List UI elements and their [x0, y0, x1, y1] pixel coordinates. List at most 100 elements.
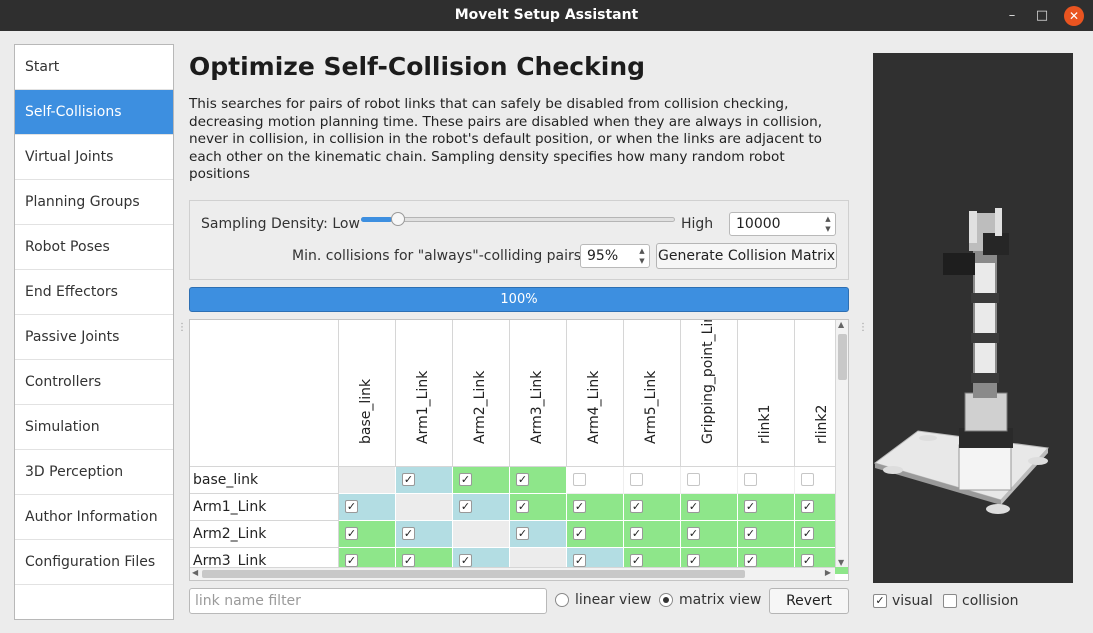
nav-item-virtual-joints[interactable]: Virtual Joints	[15, 135, 173, 180]
checked-checkbox-icon[interactable]: ✓	[687, 500, 700, 513]
slider-track	[361, 217, 675, 222]
matrix-cell[interactable]: ✓	[453, 494, 510, 521]
checked-checkbox-icon[interactable]: ✓	[345, 554, 358, 567]
nav-item-self-collisions[interactable]: Self-Collisions	[15, 90, 173, 135]
checked-checkbox-icon[interactable]: ✓	[744, 554, 757, 567]
matrix-cell[interactable]: ✓	[396, 467, 453, 494]
min-collisions-spinbox[interactable]: 95% ▲ ▼	[580, 244, 650, 268]
checked-checkbox-icon[interactable]: ✓	[345, 500, 358, 513]
unchecked-checkbox-icon[interactable]	[801, 473, 814, 486]
checked-checkbox-icon[interactable]: ✓	[402, 473, 415, 486]
checked-checkbox-icon[interactable]: ✓	[630, 554, 643, 567]
matrix-cell[interactable]: ✓	[567, 521, 624, 548]
scroll-thumb[interactable]	[838, 334, 847, 380]
splitter-handle-icon[interactable]: ⋮	[177, 322, 187, 333]
matrix-cell[interactable]: ✓	[510, 494, 567, 521]
sampling-density-value: 10000	[736, 216, 781, 232]
checked-checkbox-icon[interactable]: ✓	[801, 500, 814, 513]
checked-checkbox-icon[interactable]: ✓	[744, 527, 757, 540]
matrix-cell[interactable]: ✓	[510, 521, 567, 548]
matrix-cell[interactable]: ✓	[681, 521, 738, 548]
matrix-cell[interactable]	[738, 467, 795, 494]
nav-item-planning-groups[interactable]: Planning Groups	[15, 180, 173, 225]
minimize-icon[interactable]: –	[1002, 6, 1022, 26]
close-icon[interactable]: ✕	[1064, 6, 1084, 26]
nav-item-start[interactable]: Start	[15, 45, 173, 90]
sampling-density-slider[interactable]	[361, 211, 675, 229]
nav-item-3d-perception[interactable]: 3D Perception	[15, 450, 173, 495]
spin-arrows-icon[interactable]: ▲ ▼	[637, 246, 647, 266]
unchecked-checkbox-icon[interactable]	[573, 473, 586, 486]
matrix-view-radio[interactable]	[659, 593, 673, 607]
matrix-cell[interactable]	[681, 467, 738, 494]
nav-item-author-information[interactable]: Author Information	[15, 495, 173, 540]
scroll-thumb[interactable]	[202, 570, 745, 578]
checked-checkbox-icon[interactable]: ✓	[630, 500, 643, 513]
link-name-filter-input[interactable]	[189, 588, 547, 614]
nav-item-passive-joints[interactable]: Passive Joints	[15, 315, 173, 360]
matrix-row-header: base_link	[190, 467, 339, 494]
checked-checkbox-icon[interactable]: ✓	[345, 527, 358, 540]
generate-collision-matrix-button[interactable]: Generate Collision Matrix	[656, 243, 837, 269]
unchecked-checkbox-icon[interactable]	[687, 473, 700, 486]
checked-checkbox-icon[interactable]: ✓	[687, 554, 700, 567]
splitter-handle-icon[interactable]: ⋮	[858, 322, 868, 333]
matrix-column-header: Arm1_Link	[396, 320, 453, 467]
revert-button[interactable]: Revert	[769, 588, 849, 614]
column-header-label: Arm3_Link	[529, 370, 545, 444]
slider-handle[interactable]	[391, 212, 405, 226]
nav-item-robot-poses[interactable]: Robot Poses	[15, 225, 173, 270]
unchecked-checkbox-icon[interactable]	[630, 473, 643, 486]
matrix-cell[interactable]: ✓	[510, 467, 567, 494]
checked-checkbox-icon[interactable]: ✓	[516, 500, 529, 513]
nav-item-simulation[interactable]: Simulation	[15, 405, 173, 450]
scroll-right-icon[interactable]: ▶	[825, 568, 831, 577]
matrix-cell[interactable]	[567, 467, 624, 494]
sampling-density-spinbox[interactable]: 10000 ▲ ▼	[729, 212, 836, 236]
matrix-vertical-scrollbar[interactable]: ▲ ▼	[835, 320, 848, 567]
matrix-cell[interactable]: ✓	[339, 494, 396, 521]
checked-checkbox-icon[interactable]: ✓	[573, 500, 586, 513]
matrix-cell[interactable]: ✓	[453, 467, 510, 494]
min-collisions-value: 95%	[587, 248, 619, 264]
matrix-horizontal-scrollbar[interactable]: ◀ ▶	[190, 567, 835, 580]
checked-checkbox-icon[interactable]: ✓	[459, 554, 472, 567]
nav-item-end-effectors[interactable]: End Effectors	[15, 270, 173, 315]
matrix-cell[interactable]: ✓	[396, 521, 453, 548]
nav-item-controllers[interactable]: Controllers	[15, 360, 173, 405]
matrix-row-header: Arm2_Link	[190, 521, 339, 548]
matrix-cell[interactable]: ✓	[624, 494, 681, 521]
robot-3d-viewer[interactable]	[873, 53, 1073, 583]
collision-checkbox[interactable]	[943, 594, 957, 608]
scroll-down-icon[interactable]: ▼	[838, 558, 844, 567]
matrix-cell[interactable]: ✓	[339, 521, 396, 548]
checked-checkbox-icon[interactable]: ✓	[402, 527, 415, 540]
checked-checkbox-icon[interactable]: ✓	[687, 527, 700, 540]
checked-checkbox-icon[interactable]: ✓	[744, 500, 757, 513]
spin-arrows-icon[interactable]: ▲ ▼	[823, 214, 833, 234]
linear-view-radio[interactable]	[555, 593, 569, 607]
checked-checkbox-icon[interactable]: ✓	[801, 527, 814, 540]
checked-checkbox-icon[interactable]: ✓	[459, 473, 472, 486]
matrix-cell[interactable]: ✓	[738, 521, 795, 548]
checked-checkbox-icon[interactable]: ✓	[630, 527, 643, 540]
checked-checkbox-icon[interactable]: ✓	[459, 500, 472, 513]
matrix-cell[interactable]: ✓	[624, 521, 681, 548]
matrix-cell[interactable]	[624, 467, 681, 494]
maximize-icon[interactable]: □	[1032, 6, 1052, 26]
nav-item-configuration-files[interactable]: Configuration Files	[15, 540, 173, 585]
checked-checkbox-icon[interactable]: ✓	[573, 554, 586, 567]
scroll-left-icon[interactable]: ◀	[192, 568, 198, 577]
matrix-cell	[339, 467, 396, 494]
checked-checkbox-icon[interactable]: ✓	[402, 554, 415, 567]
checked-checkbox-icon[interactable]: ✓	[516, 473, 529, 486]
unchecked-checkbox-icon[interactable]	[744, 473, 757, 486]
checked-checkbox-icon[interactable]: ✓	[516, 527, 529, 540]
matrix-cell[interactable]: ✓	[567, 494, 624, 521]
checked-checkbox-icon[interactable]: ✓	[801, 554, 814, 567]
matrix-cell[interactable]: ✓	[681, 494, 738, 521]
scroll-up-icon[interactable]: ▲	[838, 320, 844, 329]
matrix-cell[interactable]: ✓	[738, 494, 795, 521]
checked-checkbox-icon[interactable]: ✓	[573, 527, 586, 540]
visual-checkbox[interactable]: ✓	[873, 594, 887, 608]
